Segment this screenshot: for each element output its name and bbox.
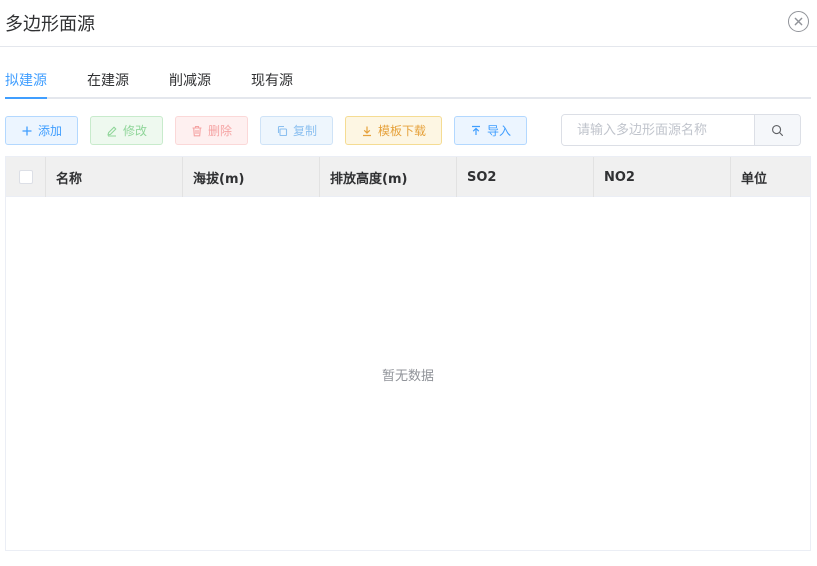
search-button[interactable]: [754, 115, 800, 145]
delete-button-label: 删除: [207, 124, 232, 138]
tab-existing-source[interactable]: 现有源: [251, 70, 293, 90]
edit-button[interactable]: 修改: [90, 116, 163, 145]
data-table: 名称 海拔(m) 排放高度(m) SO2 NO2 单位 暂无数据: [5, 156, 811, 551]
search-box: [561, 114, 801, 146]
download-icon: [361, 125, 373, 137]
tab-bar: 拟建源 在建源 削减源 现有源: [5, 58, 811, 99]
close-icon: [794, 17, 803, 26]
column-header-name[interactable]: 名称: [46, 157, 183, 197]
template-download-button[interactable]: 模板下载: [345, 116, 442, 145]
template-download-button-label: 模板下载: [377, 124, 426, 138]
copy-button[interactable]: 复制: [260, 116, 333, 145]
select-all-cell: [6, 157, 46, 197]
search-icon: [772, 124, 783, 136]
import-button[interactable]: 导入: [454, 116, 527, 145]
add-button[interactable]: 添加: [5, 116, 78, 145]
close-button[interactable]: [788, 11, 809, 32]
add-button-label: 添加: [37, 124, 62, 138]
copy-icon: [276, 125, 288, 137]
tab-reduction-source[interactable]: 削减源: [169, 70, 211, 90]
column-header-elevation[interactable]: 海拔(m): [183, 157, 320, 197]
tab-under-construction-source[interactable]: 在建源: [87, 70, 129, 90]
empty-state-text: 暂无数据: [381, 369, 434, 384]
trash-icon: [191, 125, 203, 137]
dialog-header: 多边形面源: [0, 0, 817, 47]
copy-button-label: 复制: [292, 124, 317, 138]
delete-button[interactable]: 删除: [175, 116, 248, 145]
active-tab-indicator: [5, 97, 47, 99]
table-header: 名称 海拔(m) 排放高度(m) SO2 NO2 单位: [6, 157, 810, 197]
tab-proposed-source[interactable]: 拟建源: [5, 70, 47, 90]
column-header-so2[interactable]: SO2: [457, 157, 594, 197]
edit-icon: [106, 125, 118, 137]
column-header-unit[interactable]: 单位: [731, 157, 810, 197]
plus-icon: [21, 125, 33, 137]
upload-icon: [470, 125, 482, 137]
import-button-label: 导入: [486, 124, 511, 138]
select-all-checkbox[interactable]: [19, 170, 33, 184]
column-header-emission-height[interactable]: 排放高度(m): [320, 157, 457, 197]
search-input[interactable]: [562, 115, 754, 145]
column-header-no2[interactable]: NO2: [594, 157, 731, 197]
dialog-title: 多边形面源: [5, 14, 95, 35]
edit-button-label: 修改: [122, 124, 147, 138]
